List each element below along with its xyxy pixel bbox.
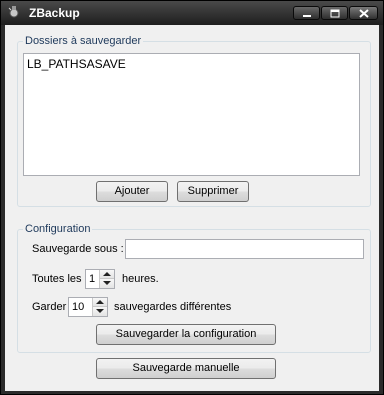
- remove-button[interactable]: Supprimer: [177, 181, 249, 202]
- window-title: ZBackup: [29, 6, 80, 20]
- manual-backup-button[interactable]: Sauvegarde manuelle: [96, 358, 276, 379]
- close-icon: [359, 9, 369, 18]
- save-configuration-button[interactable]: Sauvegarder la configuration: [96, 324, 276, 345]
- save-as-label: Sauvegarde sous :: [32, 243, 124, 255]
- app-window: ZBackup Dossiers à sauvegarder LB_PATHSA…: [0, 0, 384, 395]
- minimize-button[interactable]: [293, 6, 320, 20]
- hours-stepper[interactable]: 1: [85, 269, 115, 289]
- keep-label: Garder: [32, 301, 67, 313]
- client-area: Dossiers à sauvegarder LB_PATHSASAVE Ajo…: [5, 25, 379, 391]
- close-button[interactable]: [349, 6, 378, 20]
- hours-stepper-arrows: [99, 270, 114, 288]
- keep-stepper-arrows: [92, 298, 107, 316]
- chevron-up-icon: [96, 300, 104, 304]
- chevron-down-icon: [103, 281, 111, 285]
- app-icon[interactable]: [7, 5, 21, 19]
- maximize-button[interactable]: [321, 6, 348, 20]
- keep-suffix-label: sauvegardes différentes: [114, 301, 232, 313]
- add-button[interactable]: Ajouter: [96, 181, 168, 202]
- keep-up-button[interactable]: [93, 298, 107, 307]
- chevron-up-icon: [103, 272, 111, 276]
- list-item[interactable]: LB_PATHSASAVE: [24, 54, 359, 71]
- hours-value[interactable]: 1: [89, 273, 95, 285]
- keep-stepper[interactable]: 10: [68, 297, 108, 317]
- maximize-icon: [330, 9, 340, 18]
- minimize-icon: [303, 15, 311, 17]
- folders-legend: Dossiers à sauvegarder: [25, 35, 142, 47]
- hours-down-button[interactable]: [100, 279, 114, 288]
- keep-value[interactable]: 10: [72, 301, 84, 313]
- keep-down-button[interactable]: [93, 307, 107, 316]
- hours-label: heures.: [122, 273, 159, 285]
- save-as-input[interactable]: [125, 239, 364, 259]
- hours-up-button[interactable]: [100, 270, 114, 279]
- title-bar[interactable]: ZBackup: [1, 1, 383, 25]
- configuration-legend: Configuration: [25, 223, 91, 235]
- every-label: Toutes les: [32, 273, 82, 285]
- chevron-down-icon: [96, 309, 104, 313]
- folders-listbox[interactable]: LB_PATHSASAVE: [23, 53, 360, 176]
